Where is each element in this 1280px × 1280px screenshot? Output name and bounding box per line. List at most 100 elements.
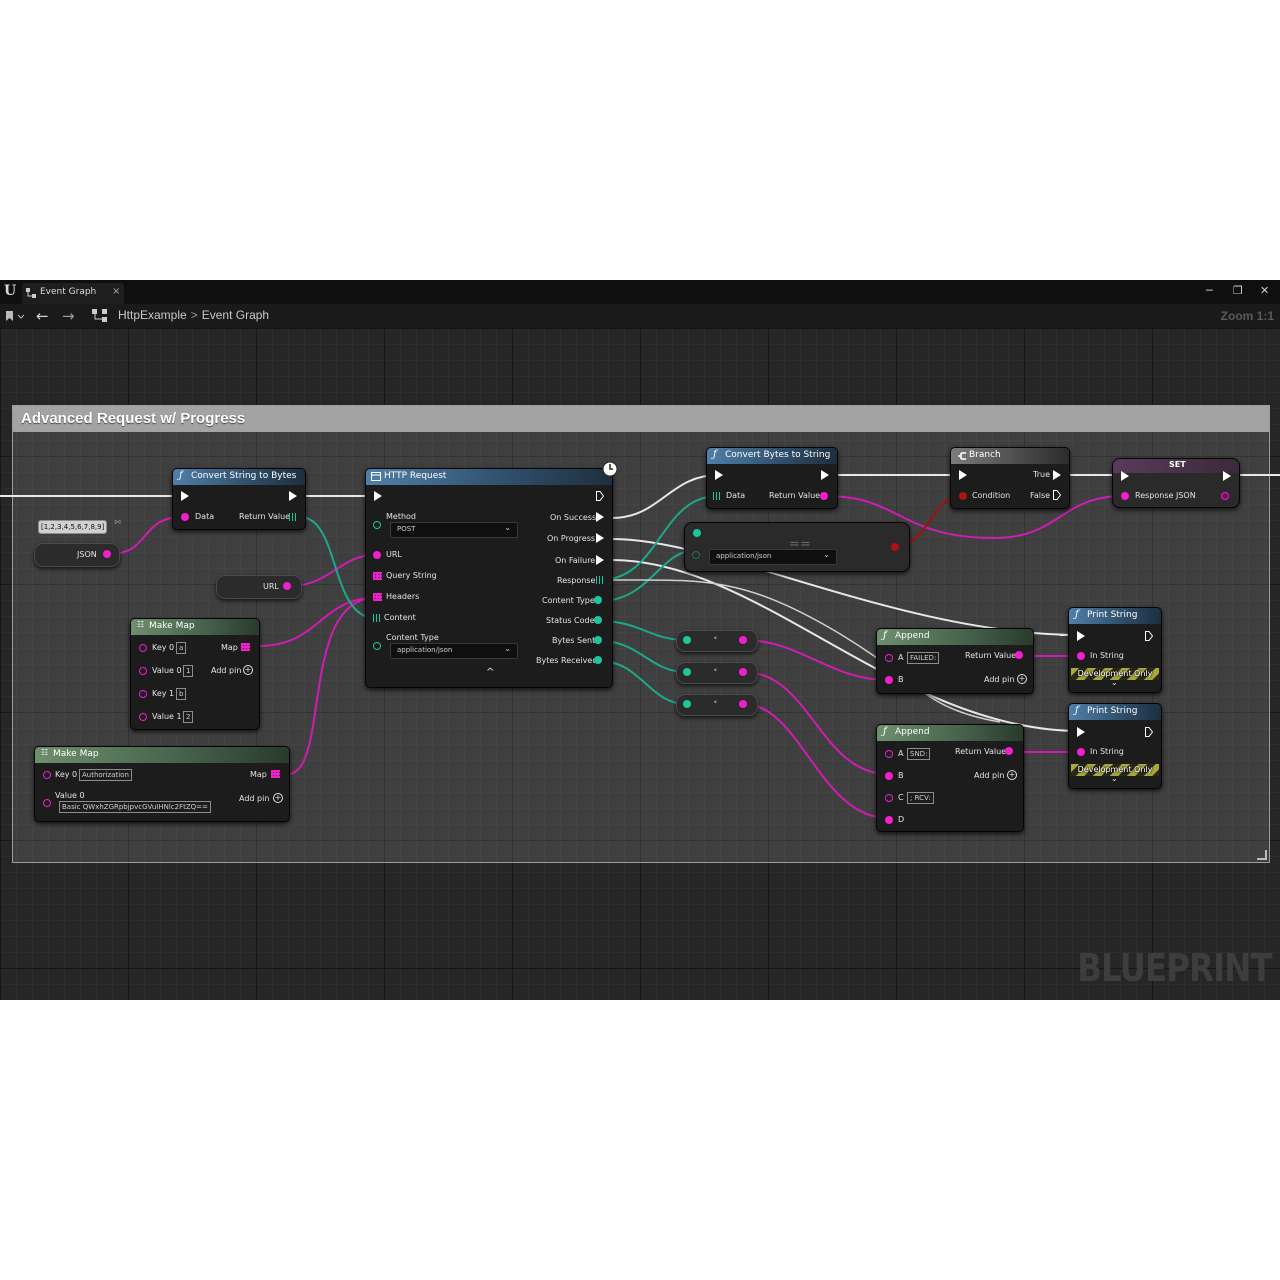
content-type-dropdown[interactable]: application/json ⌄ <box>390 643 518 659</box>
content-pin[interactable] <box>373 614 381 622</box>
in-string-pin[interactable] <box>1077 748 1085 756</box>
query-string-pin[interactable] <box>373 572 382 580</box>
expand-icon[interactable]: ⌄ <box>1111 774 1118 783</box>
response-pin[interactable] <box>596 576 604 584</box>
convert-string-to-bytes-node[interactable]: ƒ Convert String to Bytes Data Return Va… <box>172 468 306 530</box>
map-output-pin[interactable] <box>241 643 250 651</box>
key0-field[interactable]: Authorization <box>79 769 132 781</box>
close-button[interactable]: ✕ <box>1260 284 1269 297</box>
key0-field[interactable]: a <box>176 642 187 654</box>
map-output-pin[interactable] <box>271 770 280 778</box>
bookmark-dropdown-icon[interactable] <box>5 310 25 322</box>
exec-out-pin[interactable] <box>821 470 829 480</box>
b-pin[interactable] <box>885 772 893 780</box>
branch-node[interactable]: Branch True Condition False <box>950 447 1070 509</box>
set-response-json-node[interactable]: SET Response JSON <box>1112 458 1240 508</box>
collapse-icon[interactable]: ^ <box>486 667 494 678</box>
data-input-pin[interactable] <box>713 492 721 500</box>
exec-out-pin[interactable] <box>289 491 297 501</box>
exec-out-pin[interactable] <box>596 491 604 501</box>
exec-in-pin[interactable] <box>374 491 382 501</box>
url-pin[interactable] <box>373 551 381 559</box>
conversion-node[interactable]: • <box>676 630 758 652</box>
exec-in-pin[interactable] <box>1077 727 1085 737</box>
equals-node[interactable]: == application/json ⌄ <box>684 522 910 572</box>
add-pin-icon[interactable]: + <box>1007 770 1017 780</box>
exec-in-pin[interactable] <box>181 491 189 501</box>
add-pin-icon[interactable]: + <box>273 793 283 803</box>
a-pin[interactable] <box>885 750 893 758</box>
json-variable-node[interactable]: JSON <box>34 543 120 567</box>
response-json-output-pin[interactable] <box>1221 492 1229 500</box>
json-output-pin[interactable] <box>103 550 111 558</box>
print-string-node[interactable]: ƒ Print String In String Development Onl… <box>1068 607 1162 693</box>
c-pin[interactable] <box>885 794 893 802</box>
content-type-out-pin[interactable] <box>594 596 602 604</box>
exec-out-pin[interactable] <box>1145 631 1153 641</box>
value0-field[interactable]: 1 <box>183 665 194 677</box>
a-field[interactable]: FAILED: <box>907 652 940 664</box>
data-input-pin[interactable] <box>181 513 189 521</box>
json-literal-field[interactable]: [1,2,3,4,5,6,7,8,9] <box>38 520 108 534</box>
on-failure-pin[interactable] <box>596 555 604 565</box>
return-value-pin[interactable] <box>1005 747 1013 755</box>
exec-out-pin[interactable] <box>1145 727 1153 737</box>
status-code-pin[interactable] <box>594 616 602 624</box>
return-value-pin[interactable] <box>820 492 828 500</box>
conversion-node[interactable]: • <box>676 662 758 684</box>
add-pin-icon[interactable]: + <box>1017 674 1027 684</box>
conversion-output-pin[interactable] <box>739 668 747 676</box>
breadcrumb-graph[interactable]: Event Graph <box>202 308 269 322</box>
make-map-headers-node[interactable]: ☷ Make Map Key 0 Authorization Map Value… <box>34 746 290 822</box>
bytes-sent-pin[interactable] <box>594 636 602 644</box>
url-output-pin[interactable] <box>283 582 291 590</box>
a-pin[interactable] <box>885 654 893 662</box>
method-dropdown[interactable]: POST ⌄ <box>390 522 518 538</box>
exec-in-pin[interactable] <box>1121 471 1129 481</box>
add-pin-icon[interactable]: + <box>243 665 253 675</box>
equals-result-pin[interactable] <box>891 543 899 551</box>
value0-field[interactable]: Basic QWxhZGRpbjpvcGVuIHNlc2FtZQ== <box>59 801 211 813</box>
print-string-node[interactable]: ƒ Print String In String Development Onl… <box>1068 703 1162 789</box>
equals-a-pin[interactable] <box>693 529 701 537</box>
a-field[interactable]: SND: <box>907 748 931 760</box>
conversion-input-pin[interactable] <box>683 636 691 644</box>
value1-field[interactable]: 2 <box>183 711 194 723</box>
value1-pin[interactable] <box>139 713 147 721</box>
return-value-pin[interactable] <box>1015 651 1023 659</box>
headers-pin[interactable] <box>373 593 382 601</box>
append-failed-node[interactable]: ƒ Append A FAILED: Return Value B Add pi… <box>876 628 1034 694</box>
http-request-node[interactable]: HTTP Request Method POST ⌄ URL Query Str… <box>365 461 618 688</box>
maximize-button[interactable]: ❐ <box>1233 284 1243 297</box>
response-json-input-pin[interactable] <box>1121 492 1129 500</box>
key0-pin[interactable] <box>139 644 147 652</box>
conversion-input-pin[interactable] <box>683 668 691 676</box>
exec-in-pin[interactable] <box>1077 631 1085 641</box>
exec-in-pin[interactable] <box>959 470 967 480</box>
conversion-output-pin[interactable] <box>739 636 747 644</box>
method-pin[interactable] <box>373 521 381 529</box>
expand-icon[interactable]: ⌄ <box>1111 678 1118 687</box>
conversion-output-pin[interactable] <box>739 700 747 708</box>
tab-event-graph[interactable]: Event Graph × <box>22 283 124 304</box>
make-map-node[interactable]: ☷ Make Map Key 0 a Map Value 0 1 Add pin… <box>130 618 260 730</box>
forward-button[interactable]: → <box>62 307 75 325</box>
append-progress-node[interactable]: ƒ Append A SND: Return Value B Add pin +… <box>876 724 1024 832</box>
true-exec-pin[interactable] <box>1053 470 1061 480</box>
b-pin[interactable] <box>885 676 893 684</box>
minimize-button[interactable]: ─ <box>1206 284 1213 297</box>
conversion-input-pin[interactable] <box>683 700 691 708</box>
convert-bytes-to-string-node[interactable]: ƒ Convert Bytes to String Data Return Va… <box>706 447 838 509</box>
tab-close-icon[interactable]: × <box>112 286 120 297</box>
false-exec-pin[interactable] <box>1053 490 1061 500</box>
on-progress-pin[interactable] <box>596 533 604 543</box>
d-pin[interactable] <box>885 816 893 824</box>
condition-pin[interactable] <box>959 492 967 500</box>
key1-field[interactable]: b <box>176 688 187 700</box>
value0-pin[interactable] <box>43 799 51 807</box>
back-button[interactable]: ← <box>36 307 49 325</box>
graph-canvas[interactable]: Advanced Request w/ Progress [1,2,3,4,5,… <box>0 328 1280 1000</box>
content-type-pin[interactable] <box>373 642 381 650</box>
bytes-received-pin[interactable] <box>594 656 602 664</box>
equals-b-pin[interactable] <box>692 551 700 559</box>
